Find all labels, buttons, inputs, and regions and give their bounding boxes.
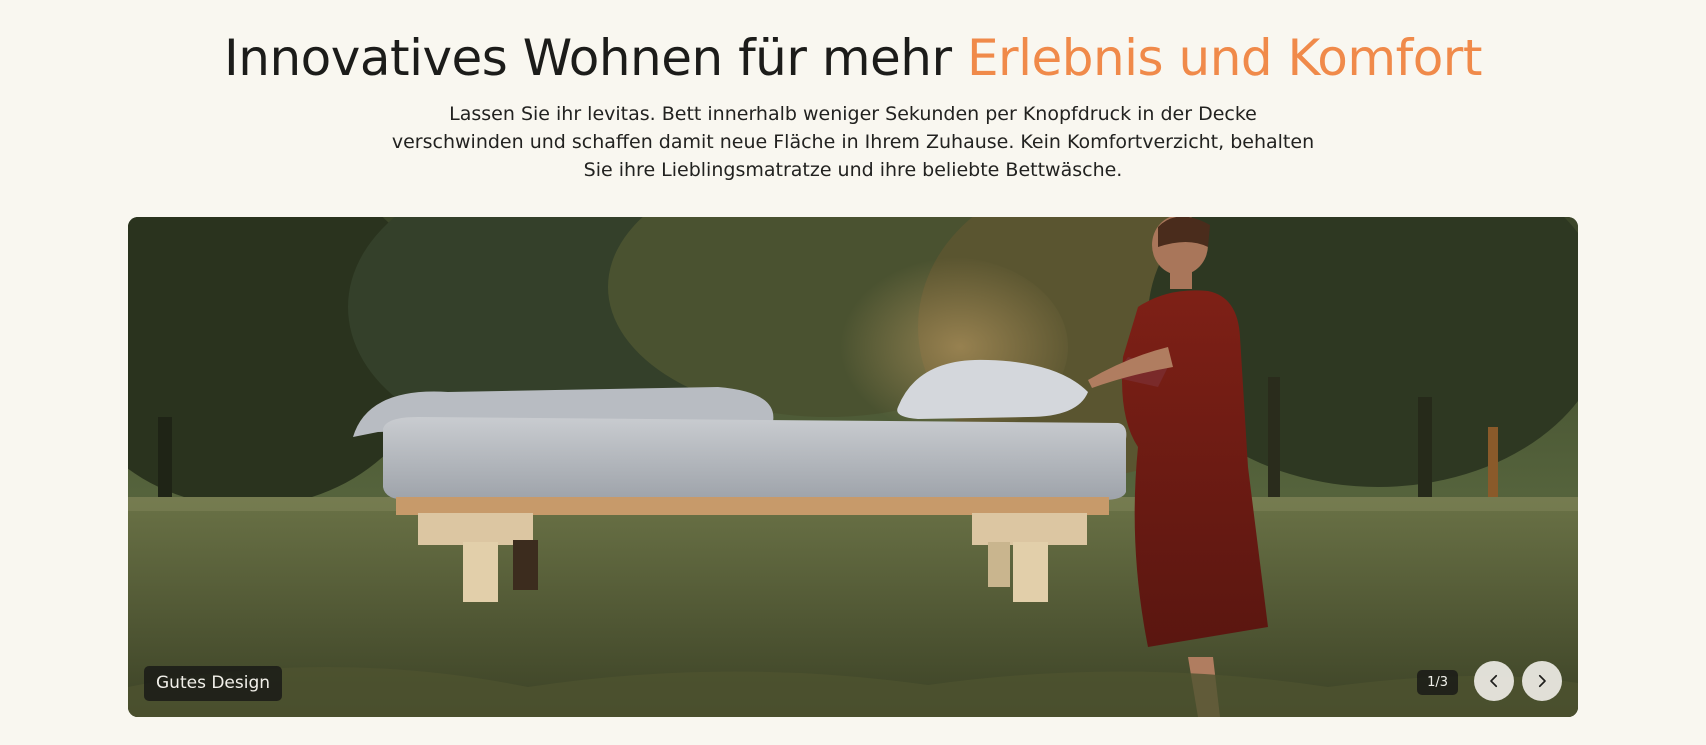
title-accent: Erlebnis und Komfort [966, 29, 1483, 87]
slide-counter: 1/3 [1417, 670, 1458, 695]
chevron-right-icon [1538, 674, 1546, 688]
page: Innovatives Wohnen für mehr Erlebnis und… [0, 0, 1706, 745]
title-main: Innovatives Wohnen für mehr [224, 29, 967, 87]
slide-caption-badge: Gutes Design [144, 666, 283, 701]
page-title: Innovatives Wohnen für mehr Erlebnis und… [0, 26, 1706, 90]
next-slide-button[interactable] [1522, 661, 1562, 701]
prev-slide-button[interactable] [1474, 661, 1514, 701]
chevron-left-icon [1490, 674, 1498, 688]
image-slider[interactable]: Gutes Design 1/3 [128, 217, 1578, 717]
hero-description: Lassen Sie ihr levitas. Bett innerhalb w… [391, 103, 1315, 181]
slide-image [128, 217, 1578, 717]
